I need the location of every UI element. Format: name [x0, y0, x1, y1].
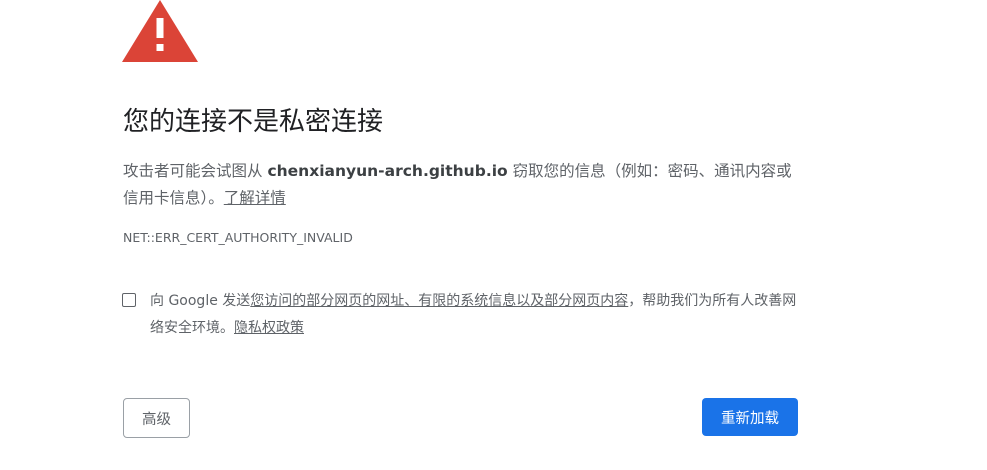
learn-more-link[interactable]: 了解详情 [224, 189, 286, 207]
advanced-button[interactable]: 高级 [123, 398, 190, 438]
report-optin-text: 向 Google 发送您访问的部分网页的网址、有限的系统信息以及部分网页内容，帮… [150, 288, 810, 342]
host-name: chenxianyun-arch.github.io [267, 162, 508, 180]
page-title: 您的连接不是私密连接 [123, 107, 384, 137]
optin-data-link[interactable]: 您访问的部分网页的网址、有限的系统信息以及部分网页内容 [250, 293, 628, 309]
error-code: NET::ERR_CERT_AUTHORITY_INVALID [123, 230, 353, 245]
report-optin-checkbox[interactable] [122, 293, 136, 307]
warning-triangle-icon [122, 0, 198, 62]
reload-button[interactable]: 重新加载 [702, 398, 798, 436]
error-description: 攻击者可能会试图从 chenxianyun-arch.github.io 窃取您… [123, 158, 803, 212]
optin-prefix: 向 Google 发送 [150, 293, 251, 309]
description-prefix: 攻击者可能会试图从 [123, 162, 268, 180]
interstitial-page: 您的连接不是私密连接 攻击者可能会试图从 chenxianyun-arch.gi… [0, 0, 987, 470]
privacy-policy-link[interactable]: 隐私权政策 [234, 320, 304, 336]
